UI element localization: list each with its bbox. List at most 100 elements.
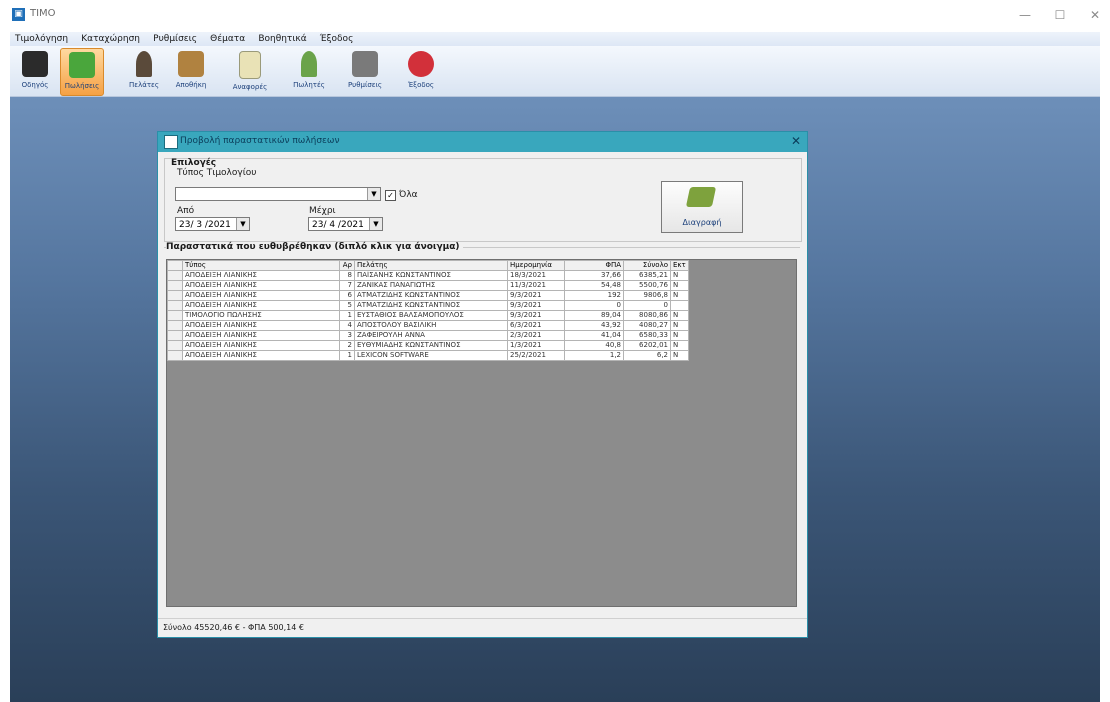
toolbar-button-exit[interactable]: Έξοδος (400, 48, 442, 94)
to-date-value: 23/ 4 /2021 (312, 220, 364, 230)
chevron-down-icon: ▼ (367, 188, 380, 200)
menu-topics[interactable]: Θέματα (205, 32, 250, 46)
menu-invoicing[interactable]: Τιμολόγηση (10, 32, 73, 46)
cell-type: ΑΠΟΔΕΙΞΗ ΛΙΑΝΙΚΗΣ (182, 300, 340, 311)
row-selector[interactable] (167, 350, 183, 361)
toolbar-button-settings[interactable]: Ρυθμίσεις (344, 48, 386, 94)
row-selector[interactable] (167, 310, 183, 321)
cell-total: 0 (623, 300, 671, 311)
row-selector[interactable] (167, 320, 183, 331)
box-icon (178, 51, 204, 77)
from-date-picker[interactable]: 23/ 3 /2021 ▼ (175, 217, 250, 231)
delete-button[interactable]: Διαγραφή (661, 181, 743, 233)
cell-customer: ΑΠΟΣΤΟΛΟΥ ΒΑΣΙΛΙΚΗ (354, 320, 508, 331)
cell-total: 5500,76 (623, 280, 671, 291)
cell-number: 1 (339, 310, 355, 321)
toolbar-label: Αποθήκη (175, 81, 207, 89)
selection-label: Επιλογές (171, 158, 217, 168)
cell-vat: 89,04 (564, 310, 624, 321)
app-icon: ▣ (12, 8, 25, 21)
cell-total: 8080,86 (623, 310, 671, 321)
table-header: Τύπος Αρ Πελάτης Ημερομηνία ΦΠΑ Σύνολο Ε… (167, 260, 689, 271)
table-row[interactable]: ΤΙΜΟΛΟΓΙΟ ΠΩΛΗΣΗΣ 1 ΕΥΣΤΑΘΙΟΣ ΒΑΛΣΑΜΟΠΟΥ… (167, 310, 689, 321)
col-type[interactable]: Τύπος (182, 260, 340, 271)
table-row[interactable]: ΑΠΟΔΕΙΞΗ ΛΙΑΝΙΚΗΣ 4 ΑΠΟΣΤΟΛΟΥ ΒΑΣΙΛΙΚΗ 6… (167, 320, 689, 331)
table-row[interactable]: ΑΠΟΔΕΙΞΗ ΛΙΑΝΙΚΗΣ 3 ΖΑΦΕΙΡΟΥΛΗ ΑΝΝΑ 2/3/… (167, 330, 689, 341)
person-icon (136, 51, 152, 77)
col-total[interactable]: Σύνολο (623, 260, 671, 271)
cell-date: 9/3/2021 (507, 300, 565, 311)
toolbar-button-sellers[interactable]: Πωλητές (288, 48, 330, 94)
cell-flag: Ν (670, 330, 689, 341)
cell-type: ΑΠΟΔΕΙΞΗ ΛΙΑΝΙΚΗΣ (182, 340, 340, 351)
row-selector[interactable] (167, 300, 183, 311)
dialog-close-button[interactable]: ✕ (791, 134, 801, 148)
cell-vat: 54,48 (564, 280, 624, 291)
toolbar-button-sales[interactable]: Πωλήσεις (60, 48, 104, 96)
menu-exit[interactable]: Έξοδος (315, 32, 359, 46)
cell-date: 25/2/2021 (507, 350, 565, 361)
table-row[interactable]: ΑΠΟΔΕΙΞΗ ΛΙΑΝΙΚΗΣ 6 ΑΤΜΑΤΖΙΔΗΣ ΚΩΝΣΤΑΝΤΙ… (167, 290, 689, 301)
table-row[interactable]: ΑΠΟΔΕΙΞΗ ΛΙΑΝΙΚΗΣ 7 ΖΑΝΙΚΑΣ ΠΑΝΑΓΙΩΤΗΣ 1… (167, 280, 689, 291)
cell-total: 6202,01 (623, 340, 671, 351)
toolbar-label: Πωλήσεις (64, 82, 100, 90)
cell-flag: Ν (670, 320, 689, 331)
report-icon (239, 51, 261, 79)
all-checkbox[interactable]: ✓ (385, 190, 396, 201)
cell-number: 2 (339, 340, 355, 351)
cell-customer: LEXICON SOFTWARE (354, 350, 508, 361)
menu-tools[interactable]: Βοηθητικά (253, 32, 311, 46)
from-label: Από (177, 206, 195, 216)
toolbar-label: Οδηγός (21, 81, 49, 89)
table-row[interactable]: ΑΠΟΔΕΙΞΗ ΛΙΑΝΙΚΗΣ 8 ΠΑΪΣΑΝΗΣ ΚΩΝΣΤΑΝΤΙΝΟ… (167, 270, 689, 281)
documents-grid[interactable]: Τύπος Αρ Πελάτης Ημερομηνία ΦΠΑ Σύνολο Ε… (166, 259, 797, 607)
doc-type-select[interactable]: ▼ (175, 187, 381, 201)
menu-entry[interactable]: Καταχώρηση (76, 32, 145, 46)
cell-vat: 0 (564, 300, 624, 311)
toolbar-button-customers[interactable]: Πελάτες (123, 48, 165, 94)
menu-settings[interactable]: Ρυθμίσεις (148, 32, 202, 46)
all-label: Όλα (399, 190, 418, 200)
cell-date: 1/3/2021 (507, 340, 565, 351)
to-date-picker[interactable]: 23/ 4 /2021 ▼ (308, 217, 383, 231)
status-bar: Σύνολο 45520,46 € - ΦΠΑ 500,14 € (158, 618, 807, 637)
row-selector[interactable] (167, 280, 183, 291)
dialog-titlebar[interactable]: Προβολή παραστατικών πωλήσεων ✕ (158, 132, 807, 152)
cell-number: 6 (339, 290, 355, 301)
grid-group-label: Παραστατικά που ευθυβρέθηκαν (διπλό κλικ… (166, 242, 463, 252)
cell-vat: 41,04 (564, 330, 624, 341)
toolbar-button-warehouse[interactable]: Αποθήκη (170, 48, 212, 94)
table-row[interactable]: ΑΠΟΔΕΙΞΗ ΛΙΑΝΙΚΗΣ 1 LEXICON SOFTWARE 25/… (167, 350, 689, 361)
toolbar-label: Αναφορές (232, 83, 268, 91)
selection-group: Επιλογές Τύπος Τιμολογίου ▼ ✓ Όλα Από 23… (164, 158, 802, 242)
recycle-icon (69, 52, 95, 78)
settings-icon (352, 51, 378, 77)
from-date-value: 23/ 3 /2021 (179, 220, 231, 230)
cell-flag: Ν (670, 290, 689, 301)
cell-date: 9/3/2021 (507, 310, 565, 321)
to-label: Μέχρι (309, 206, 336, 216)
col-flag[interactable]: Εκτ (670, 260, 689, 271)
cell-type: ΑΠΟΔΕΙΞΗ ΛΙΑΝΙΚΗΣ (182, 330, 340, 341)
col-number[interactable]: Αρ (339, 260, 355, 271)
cell-number: 7 (339, 280, 355, 291)
toolbar-button-guide[interactable]: Οδηγός (14, 48, 56, 94)
table-row[interactable]: ΑΠΟΔΕΙΞΗ ΛΙΑΝΙΚΗΣ 5 ΑΤΜΑΤΖΙΔΗΣ ΚΩΝΣΤΑΝΤΙ… (167, 300, 689, 311)
cell-vat: 40,8 (564, 340, 624, 351)
table-row[interactable]: ΑΠΟΔΕΙΞΗ ΛΙΑΝΙΚΗΣ 2 ΕΥΘΥΜΙΑΔΗΣ ΚΩΝΣΤΑΝΤΙ… (167, 340, 689, 351)
minimize-button[interactable]: — (1015, 7, 1035, 23)
row-selector[interactable] (167, 270, 183, 281)
chevron-down-icon: ▼ (369, 218, 382, 230)
row-selector[interactable] (167, 330, 183, 341)
col-date[interactable]: Ημερομηνία (507, 260, 565, 271)
col-customer[interactable]: Πελάτης (354, 260, 508, 271)
cell-number: 8 (339, 270, 355, 281)
row-selector[interactable] (167, 340, 183, 351)
toolbar-button-reports[interactable]: Αναφορές (229, 48, 271, 94)
cell-number: 3 (339, 330, 355, 341)
close-window-button[interactable]: ✕ (1085, 7, 1105, 23)
dialog-title: Προβολή παραστατικών πωλήσεων (180, 136, 340, 146)
col-vat[interactable]: ΦΠΑ (564, 260, 624, 271)
row-selector[interactable] (167, 290, 183, 301)
maximize-button[interactable]: ☐ (1050, 7, 1070, 23)
